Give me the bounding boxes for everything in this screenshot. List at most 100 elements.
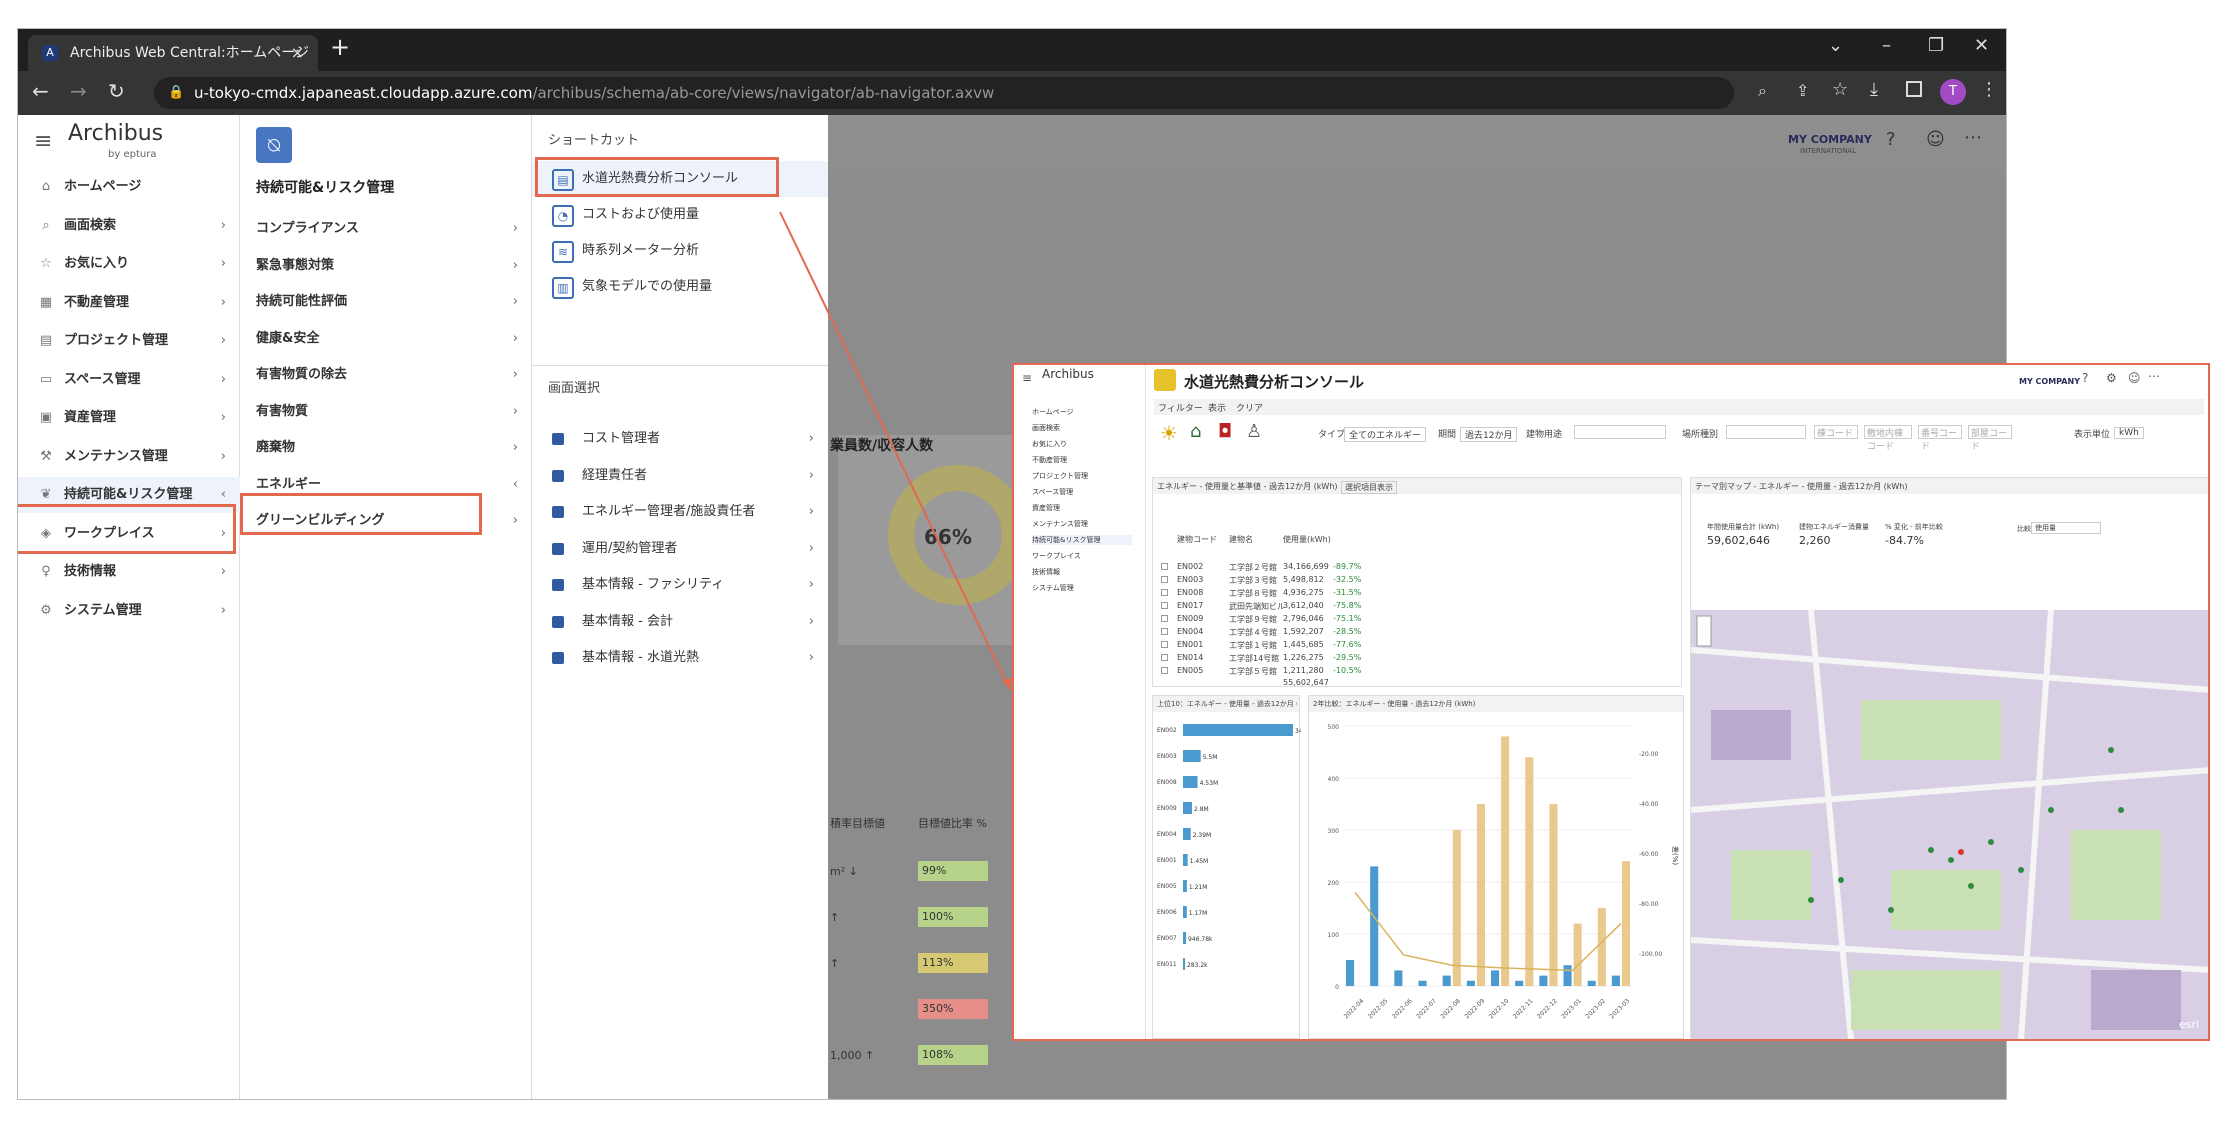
inset-nav-item[interactable]: 不動産管理 (1032, 455, 1067, 465)
row-checkbox[interactable] (1161, 628, 1168, 635)
inset-nav-item[interactable]: ホームページ (1032, 407, 1074, 417)
top10-category-label: EN007 (1157, 935, 1177, 942)
filter-period-select[interactable]: 過去12か月 (1460, 427, 1518, 442)
row-code[interactable]: EN014 (1177, 653, 1203, 662)
filter-type-select[interactable]: 全てのエネルギー (1344, 427, 1427, 442)
inset-tab-display[interactable]: 表示 (1208, 401, 1226, 414)
row-checkbox[interactable] (1161, 654, 1168, 661)
y-tick-label: 300 (1328, 828, 1340, 835)
campus-map[interactable] (1691, 610, 2210, 1040)
row-checkbox[interactable] (1161, 602, 1168, 609)
inset-help-icon[interactable]: ? (2082, 371, 2088, 385)
row-use: 1,592,207 (1283, 627, 1324, 636)
inset-nav-item[interactable]: メンテナンス管理 (1032, 519, 1088, 529)
y-tick-label: 0 (1335, 984, 1339, 991)
inset-nav-item[interactable]: 画面検索 (1032, 423, 1060, 433)
filter-bldg-code[interactable]: 棟コード (1814, 425, 1858, 439)
top10-bar (1183, 750, 1201, 762)
col-name-header: 建物名 (1229, 535, 1253, 544)
person-icon[interactable]: ♙ (1246, 421, 1262, 442)
row-code[interactable]: EN008 (1177, 588, 1203, 597)
inset-map-panel: テーマ別マップ - エネルギー - 使用量 - 過去12か月 (kWh) 年間使… (1690, 477, 2210, 1040)
inset-nav-item[interactable]: 技術情報 (1032, 567, 1060, 577)
inset-nav-item[interactable]: お気に入り (1032, 439, 1067, 449)
x-tick-label: 2022-12 (1536, 997, 1559, 1020)
x-tick-label: 2023-02 (1584, 997, 1607, 1020)
row-code[interactable]: EN004 (1177, 627, 1203, 636)
trend-bar (1563, 965, 1572, 986)
col-use-header: 使用量(kWh) (1283, 535, 1331, 544)
y2-axis-label: 差(%) (1671, 846, 1680, 865)
row-use: 1,226,275 (1283, 653, 1324, 662)
top10-value-label: 4.53M (1200, 780, 1219, 787)
inset-nav-item[interactable]: 資産管理 (1032, 503, 1060, 513)
building-icon[interactable]: ⌂ (1190, 421, 1201, 442)
top10-bar (1183, 958, 1185, 970)
inset-nav-item[interactable]: 持続可能&リスク管理 (1032, 535, 1132, 545)
row-checkbox[interactable] (1161, 641, 1168, 648)
filter-site-code[interactable]: 敷地内棟コード (1864, 425, 1912, 452)
top10-value-label: 2.39M (1193, 832, 1212, 839)
x-tick-label: 2022-06 (1391, 997, 1414, 1020)
map-filter-select[interactable]: 使用量 (2031, 522, 2101, 534)
x-tick-label: 2022-04 (1343, 997, 1366, 1020)
filter-room-code[interactable]: 部屋コード (1968, 425, 2012, 452)
unit-select[interactable]: kWh (2114, 427, 2144, 439)
row-name: 工学部８号館 (1229, 589, 1277, 598)
top10-category-label: EN008 (1157, 779, 1177, 786)
row-code[interactable]: EN005 (1177, 666, 1203, 675)
top10-bar (1183, 906, 1187, 918)
row-checkbox[interactable] (1161, 563, 1168, 570)
kpi-total-label: 年間使用量合計 (kWh) (1707, 523, 1780, 531)
top10-chart: EN002 34.17M EN003 5.5M EN008 4.53M EN009 2.8M E… (1157, 724, 1301, 970)
inset-nav-item[interactable]: システム管理 (1032, 583, 1074, 593)
y2-tick-label: -60.00 (1639, 851, 1659, 858)
inset-brand: Archibus (1042, 367, 1094, 381)
inset-user-icon[interactable]: ☺ (2128, 371, 2141, 385)
top10-category-label: EN005 (1157, 883, 1177, 890)
y2-tick-label: -100.00 (1639, 951, 1662, 958)
inset-more-icon[interactable]: ⋯ (2148, 369, 2160, 383)
map-title: テーマ別マップ - エネルギー - 使用量 - 過去12か月 (kWh) (1695, 482, 1908, 491)
inset-nav-item[interactable]: スペース管理 (1032, 487, 1073, 497)
row-code[interactable]: EN017 (1177, 601, 1203, 610)
inset-tab-filter[interactable]: フィルター (1158, 401, 1203, 414)
filter-meter-select[interactable] (1726, 425, 1806, 439)
inset-title-icon (1154, 369, 1176, 391)
row-name: 工学部14号館 (1229, 654, 1280, 663)
row-code[interactable]: EN002 (1177, 562, 1203, 571)
trend-bar (1525, 757, 1534, 986)
row-checkbox[interactable] (1161, 576, 1168, 583)
inset-hamburger-icon[interactable]: ≡ (1022, 371, 1032, 385)
inset-settings-icon[interactable]: ⚙ (2106, 371, 2117, 385)
row-checkbox[interactable] (1161, 667, 1168, 674)
inset-nav-item[interactable]: ワークプレイス (1032, 551, 1081, 561)
top10-value-label: 1.21M (1189, 884, 1208, 891)
row-code[interactable]: EN001 (1177, 640, 1203, 649)
filter-name-code[interactable]: 番号コード (1918, 425, 1962, 452)
inset-nav: ≡ Archibus ホームページ 画面検索お気に入り不動産管理プロジェクト管理ス… (1014, 365, 1146, 1039)
trend-bar (1621, 861, 1630, 986)
top10-panel: 上位10：エネルギー - 使用量 - 過去12か月 (kWh) EN002 34.… (1152, 695, 1301, 1039)
row-code[interactable]: EN003 (1177, 575, 1203, 584)
trend-bar (1587, 980, 1596, 986)
col-code-header: 建物コード (1177, 535, 1217, 544)
row-checkbox[interactable] (1161, 589, 1168, 596)
row-name: 武田先端知ビル (1229, 602, 1285, 611)
filter-use-select[interactable] (1574, 425, 1666, 439)
sun-icon[interactable]: ☀ (1160, 421, 1178, 445)
top10-bar (1183, 854, 1188, 866)
row-use: 5,498,812 (1283, 575, 1324, 584)
trend-bar (1539, 975, 1548, 986)
inset-nav-item[interactable]: プロジェクト管理 (1032, 471, 1088, 481)
row-checkbox[interactable] (1161, 615, 1168, 622)
row-pct: -10.5% (1333, 666, 1362, 675)
table-toggle[interactable]: 選択項目表示 (1341, 481, 1397, 494)
meter-icon[interactable]: ◘ (1218, 421, 1232, 442)
row-pct: -31.5% (1333, 588, 1362, 597)
row-code[interactable]: EN009 (1177, 614, 1203, 623)
x-tick-label: 2022-11 (1512, 997, 1535, 1020)
y-tick-label: 200 (1328, 880, 1340, 887)
top10-category-label: EN002 (1157, 727, 1177, 734)
inset-tab-clear[interactable]: クリア (1236, 401, 1263, 414)
